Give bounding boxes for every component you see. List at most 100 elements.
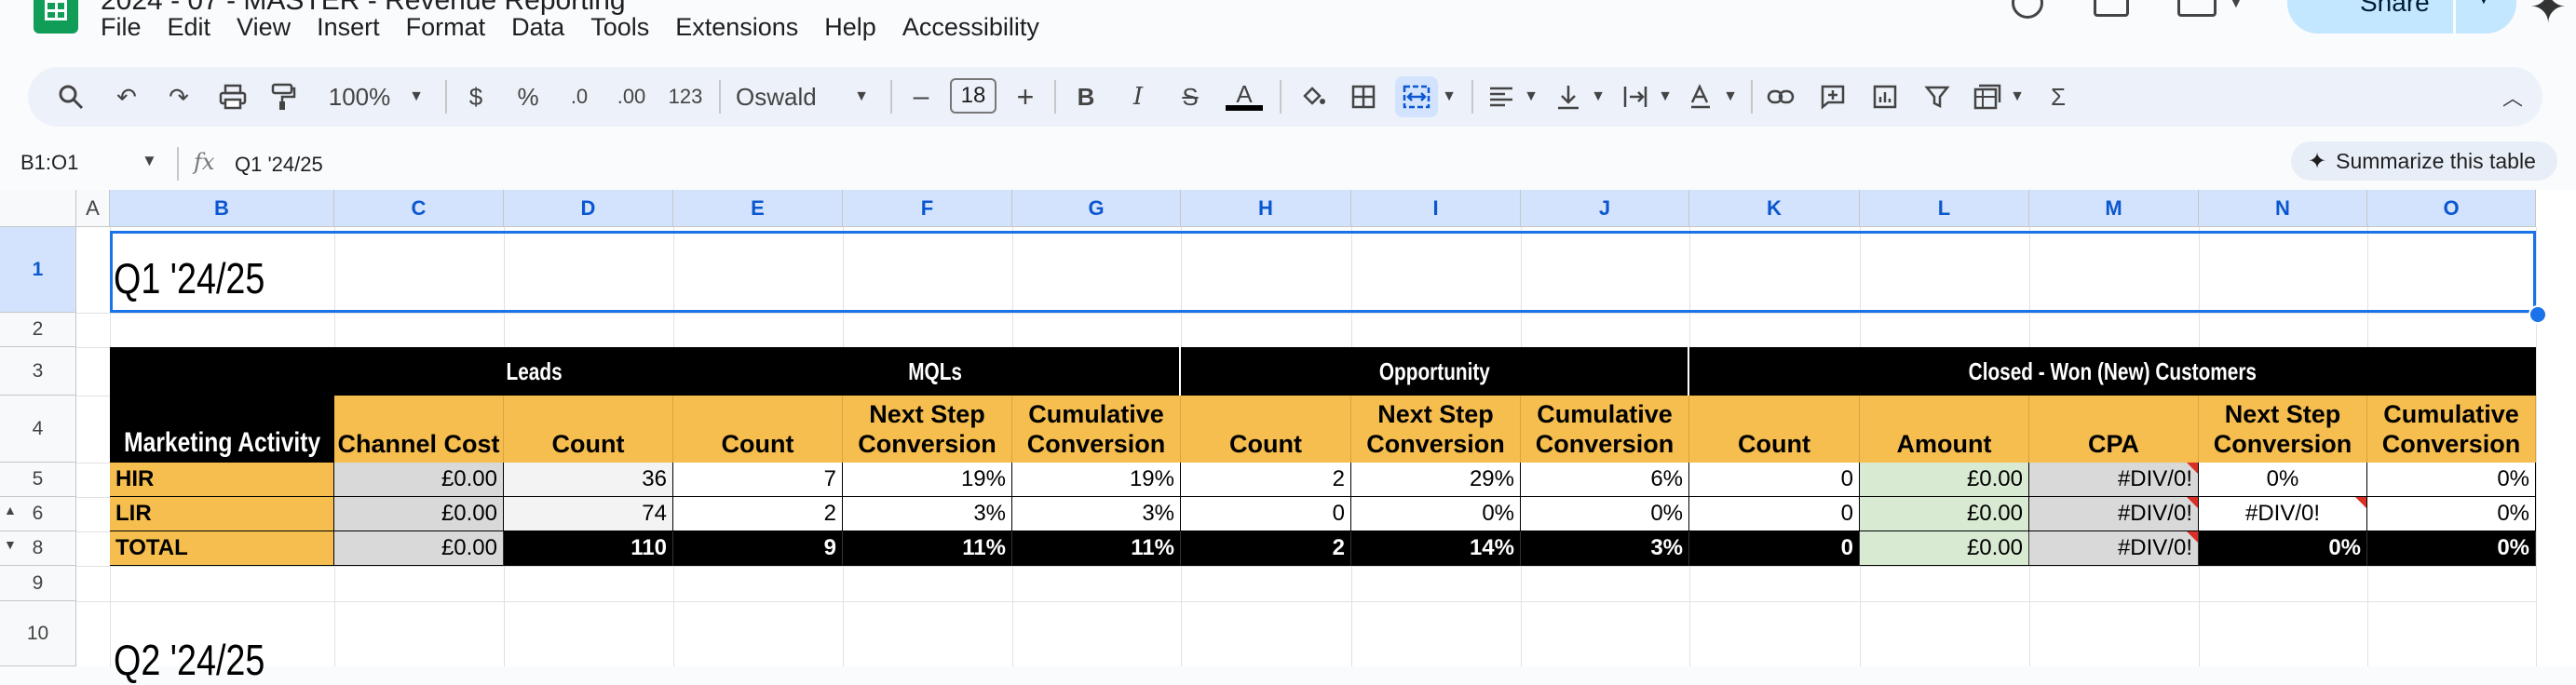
text-color-button[interactable]: A <box>1224 67 1265 127</box>
increase-font-size-button[interactable]: + <box>1010 67 1041 127</box>
share-button[interactable]: Share ▼ <box>2287 0 2516 34</box>
menu-extensions[interactable]: Extensions <box>675 13 798 47</box>
filter-views-icon[interactable] <box>1969 67 2006 127</box>
bold-button[interactable]: B <box>1069 67 1103 127</box>
decrease-font-size-button[interactable]: – <box>905 67 937 127</box>
data-cell-lir-e[interactable]: 2 <box>673 497 843 531</box>
data-cell-lir-f[interactable]: 3% <box>843 497 1012 531</box>
data-cell-hir-f[interactable]: 19% <box>843 463 1012 497</box>
data-cell-total-d[interactable]: 110 <box>504 531 673 566</box>
row-header-10[interactable]: 10 <box>0 601 76 666</box>
text-rotation-icon[interactable] <box>1682 67 1719 127</box>
wrap-chevron-down-icon[interactable]: ▼ <box>1654 67 1676 127</box>
won-amount-header[interactable]: Amount <box>1860 396 2029 463</box>
data-cell-total-o[interactable]: 0% <box>2367 531 2536 566</box>
data-cell-hir-g[interactable]: 19% <box>1012 463 1181 497</box>
column-header-a[interactable]: A <box>76 190 110 227</box>
column-header-m[interactable]: M <box>2029 190 2199 227</box>
menu-view[interactable]: View <box>237 13 291 47</box>
row-label-total[interactable]: TOTAL <box>110 531 334 566</box>
data-cell-hir-k[interactable]: 0 <box>1689 463 1860 497</box>
data-cell-lir-m[interactable]: #DIV/0! <box>2029 497 2199 531</box>
data-cell-total-j[interactable]: 3% <box>1521 531 1689 566</box>
leads-count-header[interactable]: Count <box>504 396 673 463</box>
group-collapse-down-icon[interactable]: ▼ <box>4 537 17 552</box>
borders-icon[interactable] <box>1345 67 1382 127</box>
data-cell-lir-n[interactable]: #DIV/0! <box>2199 497 2367 531</box>
column-header-k[interactable]: K <box>1689 190 1860 227</box>
paint-format-icon[interactable] <box>264 67 302 127</box>
insert-link-icon[interactable] <box>1762 67 1799 127</box>
data-cell-hir-d[interactable]: 36 <box>504 463 673 497</box>
insert-comment-icon[interactable] <box>1814 67 1851 127</box>
data-cell-total-n[interactable]: 0% <box>2199 531 2367 566</box>
row-header-5[interactable]: 5 <box>0 463 76 497</box>
version-history-icon[interactable] <box>2012 0 2043 19</box>
decrease-decimal-button[interactable]: .0 <box>561 67 598 127</box>
summarize-table-button[interactable]: ✦ Summarize this table <box>2291 141 2557 181</box>
italic-button[interactable]: I <box>1121 67 1155 127</box>
opp-next-step-header[interactable]: Next Step Conversion <box>1351 396 1521 463</box>
formula-input[interactable]: Q1 '24/25 <box>235 153 323 177</box>
undo-icon[interactable]: ↶ <box>110 67 143 127</box>
font-family-select[interactable]: Oswald <box>736 67 838 127</box>
zoom-chevron-down-icon[interactable]: ▼ <box>404 67 428 127</box>
horizontal-align-icon[interactable] <box>1483 67 1520 127</box>
name-box[interactable]: B1:O1 <box>20 151 78 175</box>
data-cell-total-h[interactable]: 2 <box>1181 531 1351 566</box>
font-size-input[interactable]: 18 <box>950 78 997 114</box>
data-cell-total-e[interactable]: 9 <box>673 531 843 566</box>
functions-button[interactable]: Σ <box>2040 67 2077 127</box>
data-cell-hir-e[interactable]: 7 <box>673 463 843 497</box>
menu-insert[interactable]: Insert <box>317 13 380 47</box>
data-cell-hir-i[interactable]: 29% <box>1351 463 1521 497</box>
channel-cost-header[interactable]: Channel Cost <box>334 396 504 463</box>
menu-help[interactable]: Help <box>824 13 876 47</box>
sheets-logo-icon[interactable] <box>34 0 78 34</box>
redo-icon[interactable]: ↷ <box>162 67 196 127</box>
row-header-3[interactable]: 3 <box>0 347 76 396</box>
data-cell-lir-j[interactable]: 0% <box>1521 497 1689 531</box>
merge-chevron-down-icon[interactable]: ▼ <box>1438 67 1460 127</box>
valign-chevron-down-icon[interactable]: ▼ <box>1587 67 1609 127</box>
data-cell-lir-d[interactable]: 74 <box>504 497 673 531</box>
data-cell-lir-k[interactable]: 0 <box>1689 497 1860 531</box>
row-label-lir[interactable]: LIR <box>110 497 334 531</box>
text-wrapping-icon[interactable] <box>1617 67 1654 127</box>
column-header-l[interactable]: L <box>1860 190 2029 227</box>
data-cell-total-i[interactable]: 14% <box>1351 531 1521 566</box>
currency-format-button[interactable]: $ <box>462 67 490 127</box>
filter-views-chevron-down-icon[interactable]: ▼ <box>2006 67 2028 127</box>
search-menus-icon[interactable] <box>52 67 89 127</box>
row-header-9[interactable]: 9 <box>0 566 76 601</box>
data-cell-lir-g[interactable]: 3% <box>1012 497 1181 531</box>
data-cell-total-f[interactable]: 11% <box>843 531 1012 566</box>
select-all-corner[interactable] <box>0 190 76 227</box>
column-header-i[interactable]: I <box>1351 190 1521 227</box>
won-cpa-header[interactable]: CPA <box>2029 396 2199 463</box>
data-cell-total-k[interactable]: 0 <box>1689 531 1860 566</box>
menu-edit[interactable]: Edit <box>168 13 211 47</box>
zoom-select[interactable]: 100% <box>322 67 397 127</box>
data-cell-hir-o[interactable]: 0% <box>2367 463 2536 497</box>
meet-chevron-down-icon[interactable]: ▼ <box>2228 0 2244 12</box>
data-cell-lir-c[interactable]: £0.00 <box>334 497 504 531</box>
column-header-b[interactable]: B <box>110 190 334 227</box>
row-header-2[interactable]: 2 <box>0 313 76 347</box>
data-cell-hir-j[interactable]: 6% <box>1521 463 1689 497</box>
data-cell-lir-l[interactable]: £0.00 <box>1860 497 2029 531</box>
menu-format[interactable]: Format <box>406 13 486 47</box>
meet-icon[interactable] <box>2177 0 2217 17</box>
marketing-activity-header[interactable]: Marketing Activity <box>110 396 334 463</box>
won-count-header[interactable]: Count <box>1689 396 1860 463</box>
closed-won-group-header[interactable]: Closed - Won (New) Customers <box>1689 347 2536 396</box>
comments-icon[interactable] <box>2094 0 2129 17</box>
data-cell-lir-h[interactable]: 0 <box>1181 497 1351 531</box>
row-header-1[interactable]: 1 <box>0 227 76 313</box>
increase-decimal-button[interactable]: .00 <box>611 67 652 127</box>
data-cell-total-l[interactable]: £0.00 <box>1860 531 2029 566</box>
fill-color-icon[interactable] <box>1295 67 1332 127</box>
collapse-toolbar-chevron-up-icon[interactable]: ︿ <box>2496 67 2529 127</box>
rotation-chevron-down-icon[interactable]: ▼ <box>1719 67 1742 127</box>
filter-icon[interactable] <box>1918 67 1956 127</box>
